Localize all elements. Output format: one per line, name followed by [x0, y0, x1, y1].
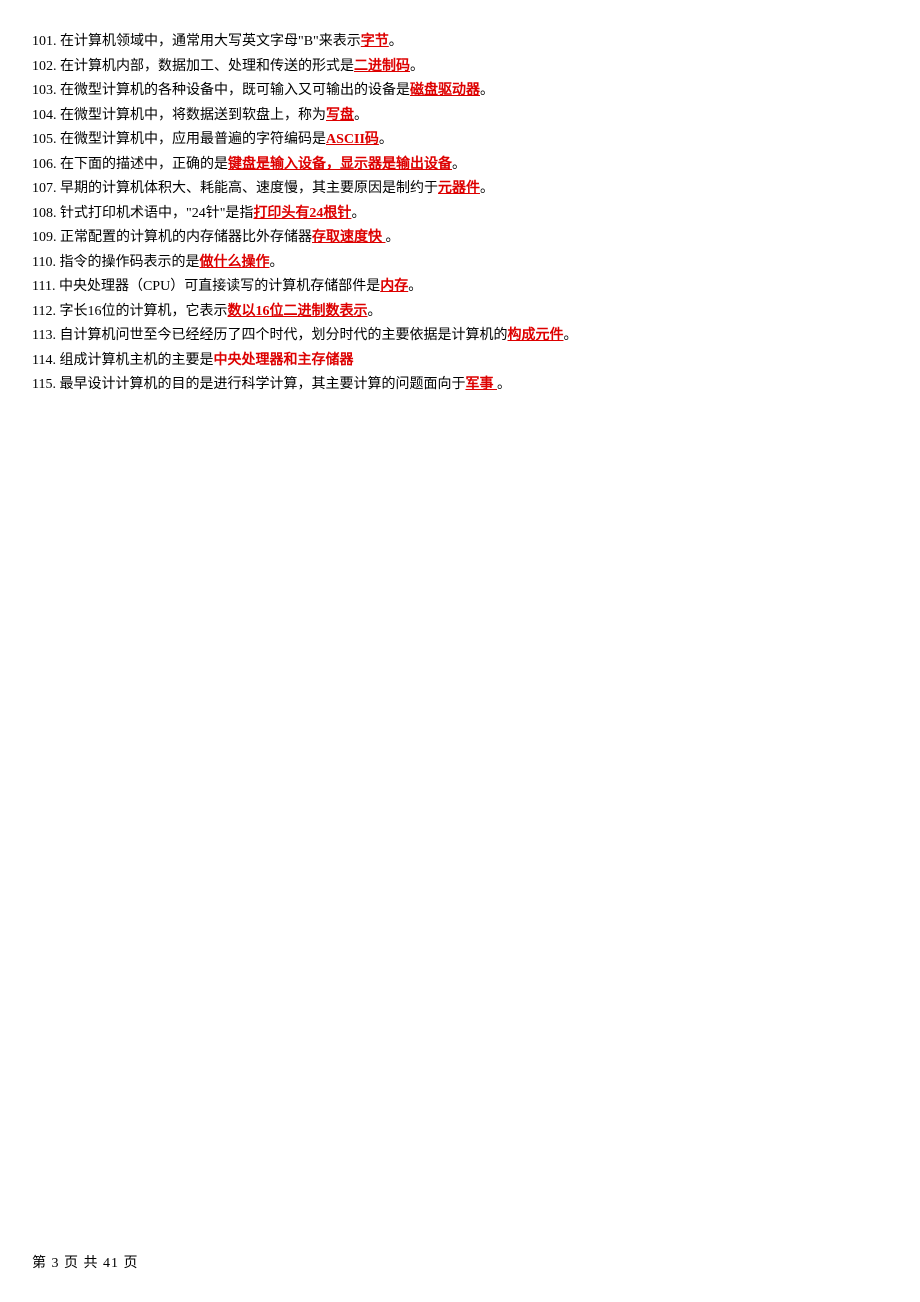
item-number: 106.	[32, 157, 60, 172]
item-text-post: 。	[497, 377, 511, 392]
item-text-pre: 在计算机内部，数据加工、处理和传送的形式是	[60, 59, 354, 74]
question-item: 101. 在计算机领域中，通常用大写英文字母"B"来表示字节。	[32, 30, 888, 55]
item-number: 102.	[32, 59, 60, 74]
item-text-pre: 在下面的描述中，正确的是	[60, 157, 228, 172]
item-text-post: 。	[379, 132, 393, 147]
item-number: 111.	[32, 279, 59, 294]
item-text-pre: 中央处理器（CPU）可直接读写的计算机存储部件是	[59, 279, 380, 294]
item-answer: 键盘是输入设备，显示器是输出设备	[228, 157, 452, 172]
question-item: 109. 正常配置的计算机的内存储器比外存储器存取速度快 。	[32, 226, 888, 251]
item-number: 104.	[32, 108, 60, 123]
item-text-pre: 针式打印机术语中，"24针"是指	[60, 206, 253, 221]
item-text-pre: 在计算机领域中，通常用大写英文字母"B"来表示	[60, 34, 361, 49]
item-text-pre: 字长16位的计算机，它表示	[59, 304, 227, 319]
item-number: 115.	[32, 377, 59, 392]
question-item: 110. 指令的操作码表示的是做什么操作。	[32, 251, 888, 276]
item-text-post: 。	[351, 206, 365, 221]
item-answer: 写盘	[326, 108, 354, 123]
item-text-pre: 在微型计算机中，应用最普遍的字符编码是	[60, 132, 326, 147]
item-text-post: 。	[389, 34, 403, 49]
item-text-pre: 组成计算机主机的主要是	[59, 353, 213, 368]
page-footer: 第 3 页 共 41 页	[32, 1252, 139, 1272]
item-text-pre: 在微型计算机的各种设备中，既可输入又可输出的设备是	[60, 83, 410, 98]
item-text-post: 。	[269, 255, 283, 270]
item-answer: 构成元件	[507, 328, 563, 343]
question-item: 103. 在微型计算机的各种设备中，既可输入又可输出的设备是磁盘驱动器。	[32, 79, 888, 104]
item-answer: ASCII码	[326, 132, 379, 147]
item-text-pre: 早期的计算机体积大、耗能高、速度慢，其主要原因是制约于	[60, 181, 438, 196]
item-answer: 字节	[361, 34, 389, 49]
question-item: 106. 在下面的描述中，正确的是键盘是输入设备，显示器是输出设备。	[32, 153, 888, 178]
item-text-post: 。	[408, 279, 422, 294]
item-answer: 磁盘驱动器	[410, 83, 480, 98]
question-item: 107. 早期的计算机体积大、耗能高、速度慢，其主要原因是制约于元器件。	[32, 177, 888, 202]
item-number: 108.	[32, 206, 60, 221]
item-answer: 元器件	[438, 181, 480, 196]
item-answer: 做什么操作	[199, 255, 269, 270]
item-answer: 军事	[465, 377, 497, 392]
item-text-pre: 指令的操作码表示的是	[59, 255, 199, 270]
item-text-pre: 最早设计计算机的目的是进行科学计算，其主要计算的问题面向于	[59, 377, 465, 392]
item-text-post: 。	[452, 157, 466, 172]
item-answer: 存取速度快	[312, 230, 386, 245]
item-text-post: 。	[386, 230, 400, 245]
question-item: 108. 针式打印机术语中，"24针"是指打印头有24根针。	[32, 202, 888, 227]
item-number: 103.	[32, 83, 60, 98]
item-answer: 数以16位二进制数表示	[227, 304, 367, 319]
item-number: 114.	[32, 353, 59, 368]
item-text-post: 。	[410, 59, 424, 74]
question-item: 104. 在微型计算机中，将数据送到软盘上，称为写盘。	[32, 104, 888, 129]
item-answer: 中央处理器和主存储器	[213, 353, 353, 368]
item-text-pre: 在微型计算机中，将数据送到软盘上，称为	[60, 108, 326, 123]
question-item: 115. 最早设计计算机的目的是进行科学计算，其主要计算的问题面向于军事 。	[32, 373, 888, 398]
item-text-post: 。	[367, 304, 381, 319]
question-item: 102. 在计算机内部，数据加工、处理和传送的形式是二进制码。	[32, 55, 888, 80]
item-text-post: 。	[354, 108, 368, 123]
item-text-pre: 自计算机问世至今已经经历了四个时代，划分时代的主要依据是计算机的	[59, 328, 507, 343]
item-text-post: 。	[480, 181, 494, 196]
question-item: 111. 中央处理器（CPU）可直接读写的计算机存储部件是内存。	[32, 275, 888, 300]
question-item: 112. 字长16位的计算机，它表示数以16位二进制数表示。	[32, 300, 888, 325]
item-number: 101.	[32, 34, 60, 49]
item-number: 110.	[32, 255, 59, 270]
item-answer: 内存	[380, 279, 408, 294]
item-number: 112.	[32, 304, 59, 319]
item-text-post: 。	[480, 83, 494, 98]
item-answer: 二进制码	[354, 59, 410, 74]
question-item: 105. 在微型计算机中，应用最普遍的字符编码是ASCII码。	[32, 128, 888, 153]
item-text-pre: 正常配置的计算机的内存储器比外存储器	[60, 230, 312, 245]
question-item: 114. 组成计算机主机的主要是中央处理器和主存储器	[32, 349, 888, 374]
question-list: 101. 在计算机领域中，通常用大写英文字母"B"来表示字节。102. 在计算机…	[32, 30, 888, 398]
item-number: 113.	[32, 328, 59, 343]
item-number: 109.	[32, 230, 60, 245]
question-item: 113. 自计算机问世至今已经经历了四个时代，划分时代的主要依据是计算机的构成元…	[32, 324, 888, 349]
item-text-post: 。	[563, 328, 577, 343]
item-answer: 打印头有24根针	[253, 206, 351, 221]
item-number: 105.	[32, 132, 60, 147]
item-number: 107.	[32, 181, 60, 196]
